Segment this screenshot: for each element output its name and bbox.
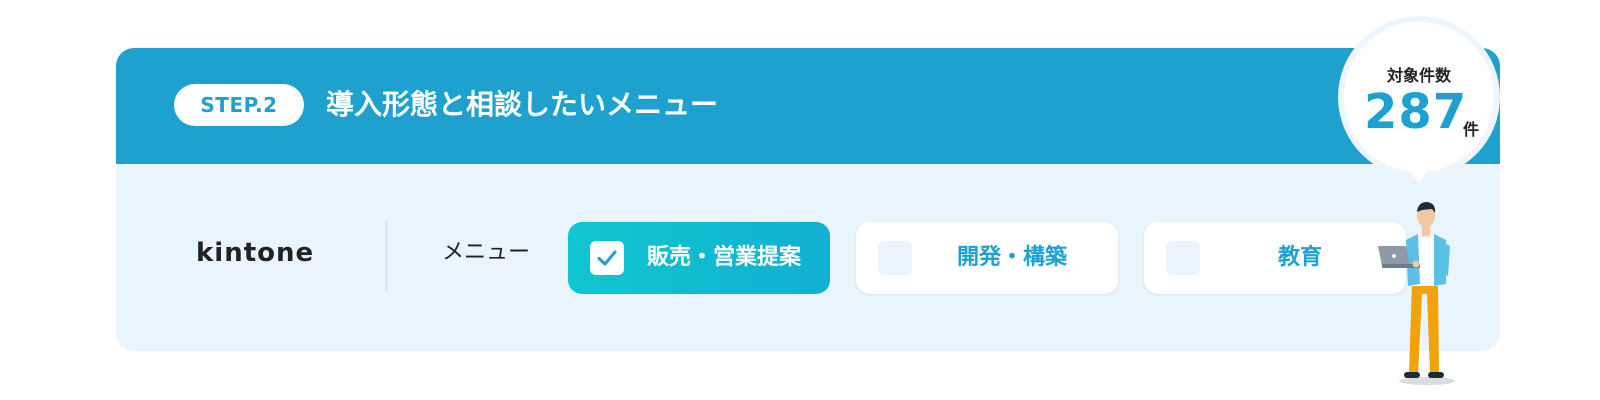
menu-option-sales[interactable]: 販売・営業提案 <box>568 222 830 294</box>
count-unit: 件 <box>1463 120 1480 139</box>
step-title: 導入形態と相談したいメニュー <box>326 88 719 121</box>
menu-option-education[interactable]: 教育 <box>1144 222 1406 294</box>
count-bubble: 対象件数 287 件 <box>1344 22 1504 192</box>
count-caption: 対象件数 <box>1386 66 1451 85</box>
step-header: STEP.2 導入形態と相談したいメニュー <box>116 48 1500 164</box>
option-checkbox[interactable] <box>590 241 624 275</box>
step-card: STEP.2 導入形態と相談したいメニュー kintone メニュー 販売・営業… <box>116 48 1500 351</box>
option-label: 教育 <box>1277 245 1322 270</box>
search-filter-panel: STEP.2 導入形態と相談したいメニュー kintone メニュー 販売・営業… <box>0 0 1600 400</box>
row-divider <box>386 220 387 292</box>
step-badge: STEP.2 <box>174 84 304 126</box>
option-label: 販売・営業提案 <box>646 245 801 270</box>
option-label: 開発・構築 <box>956 245 1067 270</box>
menu-option-development[interactable]: 開発・構築 <box>856 222 1118 294</box>
count-value: 287 <box>1364 84 1468 140</box>
option-checkbox[interactable] <box>1166 241 1200 275</box>
person-with-laptop-illustration <box>1378 202 1455 385</box>
product-name: kintone <box>196 238 315 268</box>
check-icon <box>597 250 617 266</box>
menu-label: メニュー <box>442 240 531 265</box>
option-checkbox[interactable] <box>878 241 912 275</box>
count-bubble-tail <box>1406 164 1432 184</box>
